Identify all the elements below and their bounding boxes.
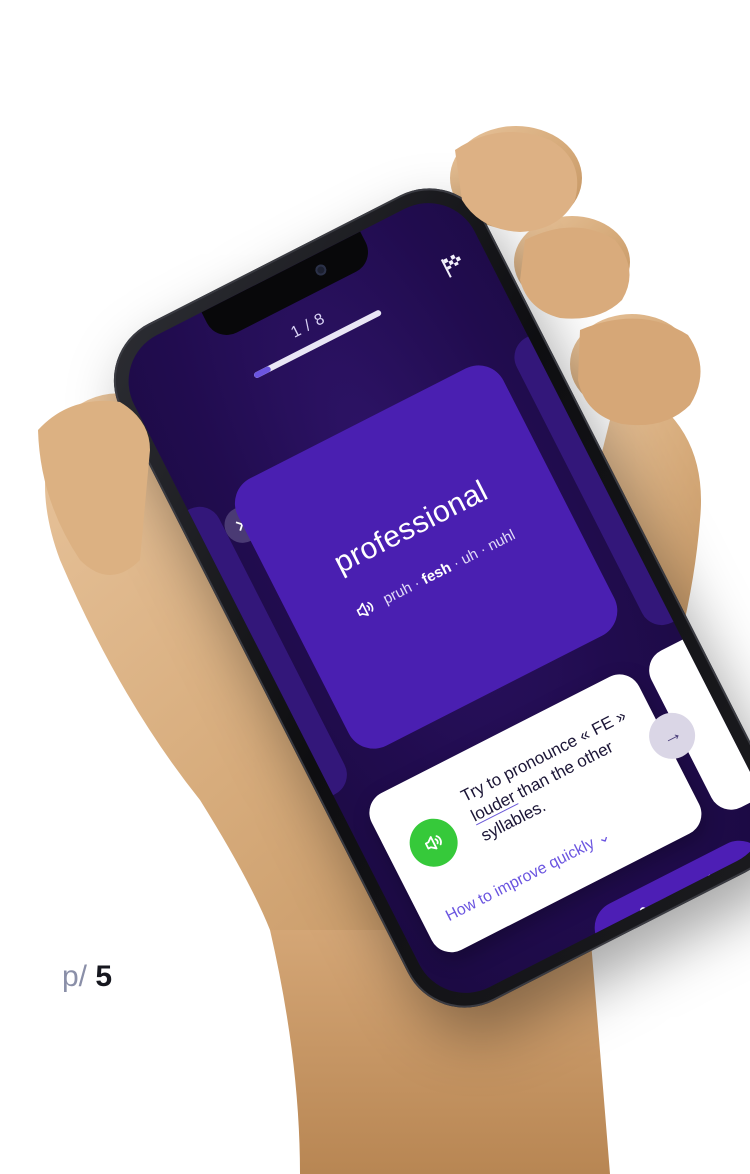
front-camera [313, 262, 329, 278]
speaker-icon[interactable] [350, 595, 380, 625]
arrow-right-icon: → [657, 721, 686, 750]
play-recording-button[interactable] [401, 810, 466, 876]
how-to-improve-link[interactable]: How to improve quickly ⌄ [442, 825, 614, 926]
page-number: p/ 5 [62, 960, 113, 993]
feedback-message: Try to pronounce « FE » louder than the … [457, 705, 630, 846]
speaker-icon [424, 835, 442, 850]
progress-bar-fill [252, 365, 272, 379]
